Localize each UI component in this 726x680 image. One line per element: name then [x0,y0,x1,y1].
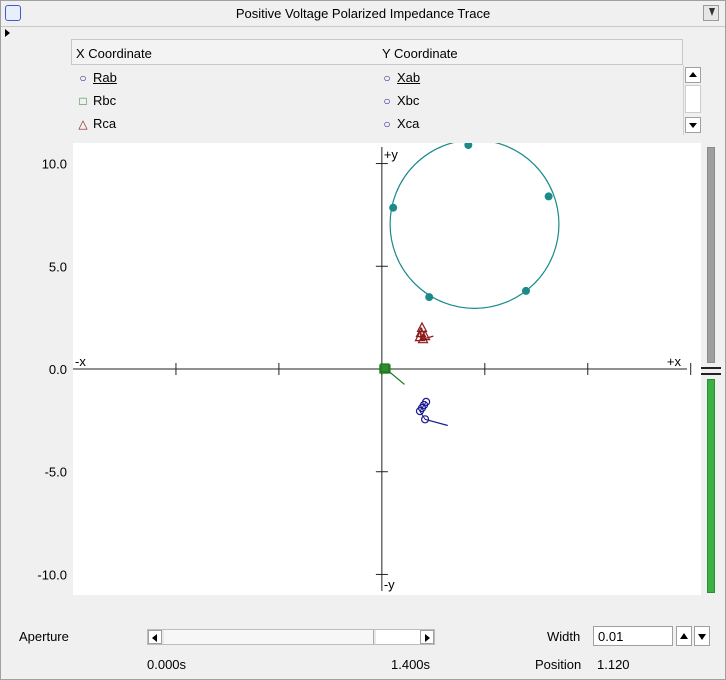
y-coordinate-header: Y Coordinate [382,46,458,61]
title-bar: Positive Voltage Polarized Impedance Tra… [1,1,725,27]
x-tick-label: -10.0 [161,599,191,601]
triangle-marker-icon: △ [78,116,88,131]
circle-marker [521,286,530,295]
vertical-scroll-handle[interactable] [701,367,721,375]
legend-row[interactable]: △ Rca ○ Xca [71,113,683,135]
aperture-scroll-track[interactable] [376,630,420,644]
pos-y-label: +y [384,147,399,162]
plot-vertical-scrollbar[interactable] [701,147,723,595]
neg-x-label: -x [75,354,86,369]
circle-marker-icon: ○ [383,70,391,85]
pos-x-label: +x [667,354,682,369]
expand-arrow-icon[interactable] [5,29,10,37]
legend-label-xab[interactable]: Xab [397,70,420,85]
x-tick-label: 5.0 [476,599,494,601]
time-start: 0.000s [147,657,187,672]
legend-panel: X Coordinate Y Coordinate ○ Rab ○ Xab □ … [71,39,703,137]
legend-row[interactable]: □ Rbc ○ Xbc [71,90,683,112]
circle-marker-icon: ○ [383,93,391,108]
trace-marker-square [380,363,390,373]
legend-scrollbar[interactable] [683,65,701,135]
neg-y-label: -y [384,577,395,592]
scroll-up-icon[interactable] [685,67,701,83]
circle-marker [389,203,398,212]
y-tick-label: 0.0 [49,362,67,377]
scroll-thumb[interactable] [685,85,701,113]
legend-row[interactable]: ○ Rab ○ Xab [71,67,683,89]
x-tick-label: 10.0 [575,599,600,601]
circle-marker-icon: ○ [383,116,391,131]
scroll-right-icon[interactable] [420,630,434,644]
circle-marker [544,192,553,201]
window-title: Positive Voltage Polarized Impedance Tra… [235,6,491,21]
legend-label-xbc[interactable]: Xbc [397,93,419,108]
time-end: 1.400s [391,657,431,672]
aperture-label: Aperture [19,629,69,644]
plot-area[interactable]: -10.0 -5.0 0.0 5.0 10.0 15.0 10.0 5.0 0.0 -5.0 -10… [1,143,726,601]
aperture-scroll-thumb[interactable] [164,630,374,644]
legend-label-rab[interactable]: Rab [93,70,117,85]
scroll-down-icon[interactable] [685,117,701,133]
position-value: 1.120 [597,657,630,672]
width-label: Width [547,629,581,644]
legend-label-rbc[interactable]: Rbc [93,93,116,108]
y-tick-label: -5.0 [45,465,67,480]
aperture-scrollbar[interactable] [147,629,435,645]
vertical-scroll-upper[interactable] [707,147,715,363]
vertical-scroll-lower[interactable] [707,379,715,593]
width-input[interactable] [593,626,673,646]
circle-marker [425,293,434,302]
y-tick-label: 10.0 [42,157,67,172]
width-decrease-icon[interactable] [694,626,710,646]
legend-label-rca[interactable]: Rca [93,116,116,131]
position-label: Position [535,657,582,672]
legend-label-xca[interactable]: Xca [397,116,419,131]
trace-window: Positive Voltage Polarized Impedance Tra… [0,0,726,680]
pin-icon[interactable] [703,5,719,21]
width-increase-icon[interactable] [676,626,692,646]
control-bar: Aperture Width 0.000s 1.400s Position 1.… [1,621,725,679]
square-marker-icon: □ [79,93,87,108]
x-tick-label: -5.0 [268,599,290,601]
scroll-left-icon[interactable] [148,630,162,644]
circle-marker-icon: ○ [79,70,87,85]
legend-header: X Coordinate Y Coordinate [71,39,683,65]
impedance-plot[interactable]: -10.0 -5.0 0.0 5.0 10.0 15.0 10.0 5.0 0.0 -5.0 -10… [1,143,701,601]
x-tick-label: 15.0 [678,599,701,601]
y-tick-label: 5.0 [49,259,67,274]
x-tick-label: 0.0 [373,599,391,601]
y-tick-label: -10.0 [37,567,67,582]
x-coordinate-header: X Coordinate [76,46,152,61]
